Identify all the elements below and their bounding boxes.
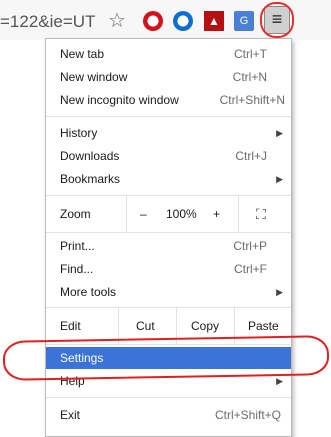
menu-separator <box>46 232 291 233</box>
zoom-level: 100% <box>166 207 197 221</box>
pdf-extension-icon[interactable]: ▲ <box>204 11 224 31</box>
submenu-arrow-icon: ▶ <box>276 128 283 138</box>
menu-item-print[interactable]: Print... Ctrl+P <box>46 235 291 257</box>
submenu-arrow-icon: ▶ <box>276 174 283 184</box>
annotation-circle-menu <box>260 2 294 38</box>
menu-item-label: More tools <box>60 285 117 299</box>
menu-item-shortcut: Ctrl+J <box>235 149 267 163</box>
menu-item-exit[interactable]: Exit Ctrl+Shift+Q <box>46 404 291 426</box>
menu-item-shortcut: Ctrl+Shift+N <box>219 93 285 107</box>
zoom-in-button[interactable]: + <box>213 196 220 232</box>
bookmark-star-icon[interactable]: ☆ <box>108 9 126 33</box>
zoom-label: Zoom <box>60 207 91 221</box>
submenu-arrow-icon: ▶ <box>276 287 283 297</box>
menu-item-label: Downloads <box>60 149 120 163</box>
menu-item-new-window[interactable]: New window Ctrl+N <box>46 66 291 88</box>
fullscreen-icon[interactable]: ⛶ <box>256 196 266 232</box>
menu-item-bookmarks[interactable]: Bookmarks ▶ <box>46 168 291 190</box>
menu-item-more-tools[interactable]: More tools ▶ <box>46 281 291 303</box>
menu-divider <box>126 196 127 232</box>
menu-item-label: Find... <box>60 262 94 276</box>
menu-item-downloads[interactable]: Downloads Ctrl+J <box>46 145 291 167</box>
menu-divider <box>238 196 239 232</box>
menu-item-shortcut: Ctrl+N <box>232 70 267 84</box>
menu-item-shortcut: Ctrl+T <box>234 47 267 61</box>
menu-item-label: New incognito window <box>60 93 179 107</box>
menu-item-shortcut: Ctrl+F <box>234 262 267 276</box>
menu-item-label: New window <box>60 70 128 84</box>
menu-item-label: New tab <box>60 47 105 61</box>
menu-item-history[interactable]: History ▶ <box>46 122 291 144</box>
menu-item-shortcut: Ctrl+P <box>233 239 267 253</box>
browser-toolbar: =122&ie=UT ☆ ▲ G ≡ <box>0 0 331 40</box>
menu-item-label: History <box>60 126 98 140</box>
menu-item-find[interactable]: Find... Ctrl+F <box>46 258 291 280</box>
menu-separator <box>46 397 291 398</box>
menu-item-new-incognito-window[interactable]: New incognito window Ctrl+Shift+N <box>46 89 291 111</box>
menu-item-label: Print... <box>60 239 95 253</box>
menu-item-new-tab[interactable]: New tab Ctrl+T <box>46 43 291 65</box>
menu-item-label: Exit <box>60 408 81 422</box>
zoom-out-button[interactable]: – <box>140 196 147 232</box>
opera-extension-icon[interactable] <box>143 11 163 31</box>
zoom-row: Zoom – 100% + ⛶ <box>46 196 291 232</box>
annotation-circle-settings <box>2 335 330 381</box>
menu-item-label: Bookmarks <box>60 172 121 186</box>
menu-item-shortcut: Ctrl+Shift+Q <box>214 408 281 422</box>
translate-extension-icon[interactable]: G <box>234 11 254 31</box>
blue-circle-extension-icon[interactable] <box>173 11 193 31</box>
menu-separator <box>46 116 291 117</box>
address-bar[interactable]: =122&ie=UT <box>0 10 95 34</box>
